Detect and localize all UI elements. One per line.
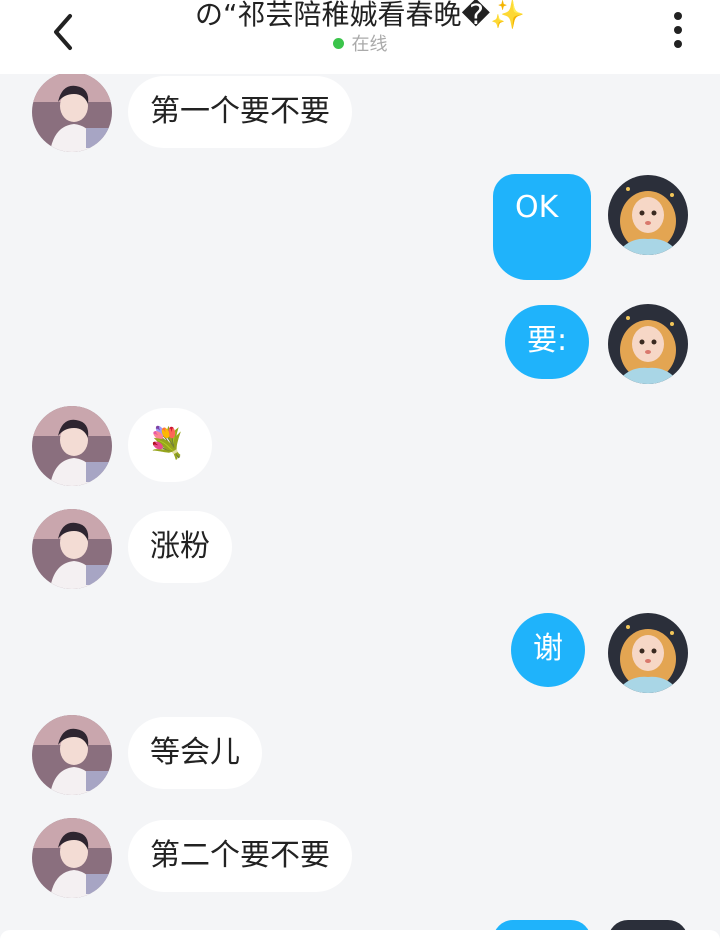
contact-avatar[interactable] [32,406,112,486]
message-bubble[interactable]: 💐 [128,408,212,482]
message-bubble[interactable]: 涨粉 [128,511,232,583]
chat-title-area[interactable]: の“祁芸陪稚娍看春晚�✨ 在线 [120,0,600,56]
more-options-button[interactable] [658,8,698,52]
message-row: 谢 [0,613,720,693]
message-bubble[interactable]: OK [493,174,591,280]
message-bubble[interactable]: 要: [505,305,590,379]
user-avatar[interactable] [608,175,688,255]
online-dot-icon [332,38,344,49]
contact-avatar[interactable] [32,715,112,795]
contact-avatar[interactable] [32,818,112,898]
chat-header: の“祁芸陪稚娍看春晚�✨ 在线 [0,0,720,74]
message-bubble[interactable]: 等会儿 [128,717,262,789]
message-row: 要: [0,303,720,384]
online-status-label: 在线 [351,34,388,55]
message-row: 第一个要不要 [0,72,720,152]
message-row: OK [0,174,720,282]
user-avatar[interactable] [608,304,688,384]
message-row: 涨粉 [0,509,720,589]
message-row: 第二个要不要 [0,818,720,898]
user-avatar[interactable] [608,613,688,693]
message-bubble[interactable]: 第二个要不要 [128,820,352,892]
contact-avatar[interactable] [32,509,112,589]
chat-title: の“祁芸陪稚娍看春晚�✨ [194,0,526,30]
input-bar[interactable] [0,930,720,940]
message-row: 等会儿 [0,715,720,795]
chevron-left-icon [54,14,72,50]
bouquet-emoji: 💐 [148,426,186,461]
back-button[interactable] [40,6,88,54]
message-bubble[interactable]: 谢 [511,613,585,687]
message-bubble[interactable]: 第一个要不要 [128,76,352,148]
contact-avatar[interactable] [32,72,112,152]
online-status: 在线 [120,34,600,56]
message-row: 💐 [0,406,720,486]
vertical-ellipsis-icon [674,12,682,48]
